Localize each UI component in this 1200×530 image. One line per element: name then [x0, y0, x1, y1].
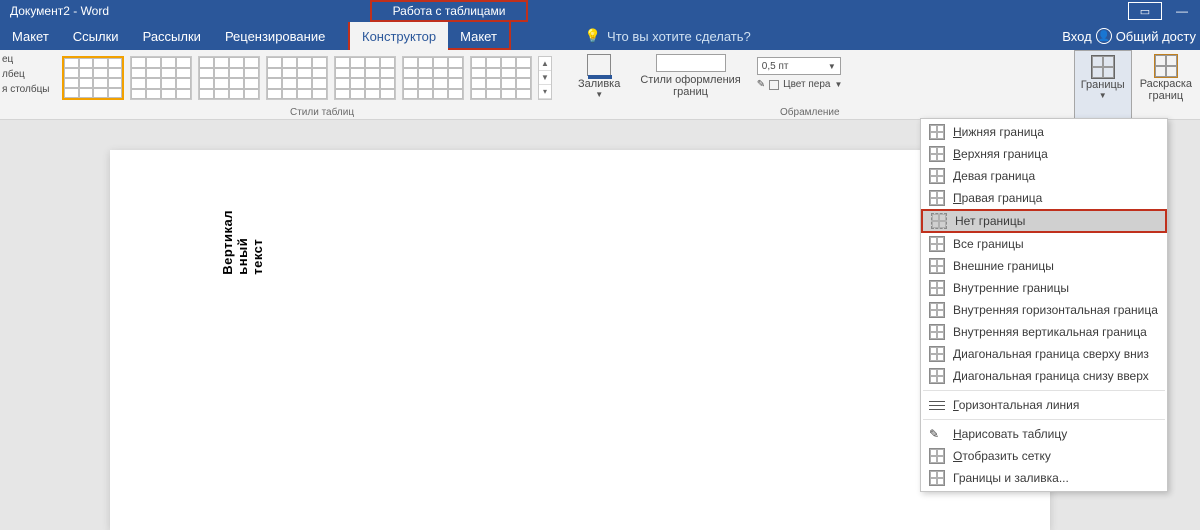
table-style-4[interactable] — [266, 56, 328, 100]
border-painter-button[interactable]: Раскраска границ — [1134, 50, 1198, 119]
borders-icon — [1091, 55, 1115, 79]
border-left-item[interactable]: Девая граница — [921, 165, 1167, 187]
ribbon-tabs: Макет Ссылки Рассылки Рецензирование Вид… — [0, 22, 1200, 50]
table-style-7[interactable] — [470, 56, 532, 100]
border-diag-down-item[interactable]: Диагональная граница сверху вниз — [921, 343, 1167, 365]
bucket-icon — [587, 54, 611, 76]
tell-me-search[interactable]: 💡 Что вы хотите сделать? — [585, 28, 751, 44]
dialog-icon — [929, 470, 945, 486]
border-inside-h-item[interactable]: Внутренняя горизонтальная граница — [921, 299, 1167, 321]
border-inside-v-item[interactable]: Внутренняя вертикальная граница — [921, 321, 1167, 343]
context-tabs-highlighted: Конструктор Макет — [348, 22, 511, 50]
table-style-5[interactable] — [334, 56, 396, 100]
contextual-group-label: Работа с таблицами — [393, 4, 506, 18]
border-none-item-highlighted[interactable]: Нет границы — [921, 209, 1167, 233]
table-style-2[interactable] — [130, 56, 192, 100]
show-gridlines-item[interactable]: Отобразить сетку — [921, 445, 1167, 467]
table-style-options-partial: ец лбец я столбцы — [0, 50, 56, 119]
borders-dropdown: Нижняя граница Верхняя граница Девая гра… — [920, 118, 1168, 492]
border-style-preview — [656, 54, 726, 72]
borders-and-shading-dialog-item[interactable]: Границы и заливка... — [921, 467, 1167, 489]
group-label-framing: Обрамление — [780, 107, 840, 118]
chevron-down-icon: ▼ — [595, 90, 603, 99]
paint-icon — [1154, 54, 1178, 78]
vertical-text-cell[interactable]: Вертикал ьный текст — [220, 210, 265, 275]
table-style-6[interactable] — [402, 56, 464, 100]
tell-me-placeholder: Что вы хотите сделать? — [607, 29, 751, 44]
table-styles-more[interactable]: ▲▼▾ — [538, 56, 552, 100]
pen-icon: ✎ — [757, 79, 765, 90]
border-outside-item[interactable]: Внешние границы — [921, 255, 1167, 277]
group-label-table-styles: Стили таблиц — [290, 107, 354, 118]
border-inside-item[interactable]: Внутренние границы — [921, 277, 1167, 299]
login-link[interactable]: Вход — [1062, 29, 1091, 44]
document-title: Документ2 - Word — [0, 4, 109, 18]
pencil-icon: ✎ — [929, 427, 945, 441]
tab-table-layout[interactable]: Макет — [448, 22, 509, 50]
horizontal-line-item[interactable]: Горизонтальная линия — [921, 394, 1167, 416]
border-all-item[interactable]: Все границы — [921, 233, 1167, 255]
border-diag-up-item[interactable]: Диагональная граница снизу вверх — [921, 365, 1167, 387]
draw-table-item[interactable]: ✎Нарисовать таблицу — [921, 423, 1167, 445]
chevron-down-icon: ▼ — [1099, 91, 1107, 100]
border-right-item[interactable]: Правая граница — [921, 187, 1167, 209]
border-bottom-item[interactable]: Нижняя граница — [921, 121, 1167, 143]
contextual-tab-group-highlighted: Работа с таблицами — [370, 0, 528, 22]
table-style-3[interactable] — [198, 56, 260, 100]
tab-review[interactable]: Рецензирование — [213, 22, 337, 50]
borders-button[interactable]: Границы ▼ — [1074, 50, 1132, 119]
shading-button[interactable]: Заливка ▼ — [572, 50, 626, 119]
tab-table-design[interactable]: Конструктор — [350, 22, 448, 50]
separator — [923, 390, 1165, 391]
minimize-button[interactable]: — — [1166, 4, 1198, 18]
share-button[interactable]: Общий досту — [1116, 29, 1196, 44]
ribbon-display-options-icon[interactable]: ▭ — [1128, 2, 1162, 20]
border-top-item[interactable]: Верхняя граница — [921, 143, 1167, 165]
table-style-1[interactable] — [62, 56, 124, 100]
lightbulb-icon: 💡 — [585, 28, 601, 44]
pen-color-button[interactable]: ✎ Цвет пера▼ — [757, 79, 843, 90]
tab-layout[interactable]: Макет — [0, 22, 61, 50]
user-icon: 👤 — [1096, 28, 1112, 44]
hline-icon — [929, 399, 945, 411]
border-weight-combo[interactable]: 0,5 пт▼ — [757, 57, 841, 75]
title-bar: Документ2 - Word Работа с таблицами ▭ — — [0, 0, 1200, 22]
tab-references[interactable]: Ссылки — [61, 22, 131, 50]
tab-mailings[interactable]: Рассылки — [131, 22, 213, 50]
document-page[interactable]: Вертикал ьный текст — [110, 150, 1050, 530]
grid-icon — [929, 448, 945, 464]
ribbon: ец лбец я столбцы ▲▼▾ Стили таблиц Залив… — [0, 50, 1200, 120]
separator — [923, 419, 1165, 420]
border-styles-button[interactable]: Стили оформления границ — [634, 50, 746, 119]
